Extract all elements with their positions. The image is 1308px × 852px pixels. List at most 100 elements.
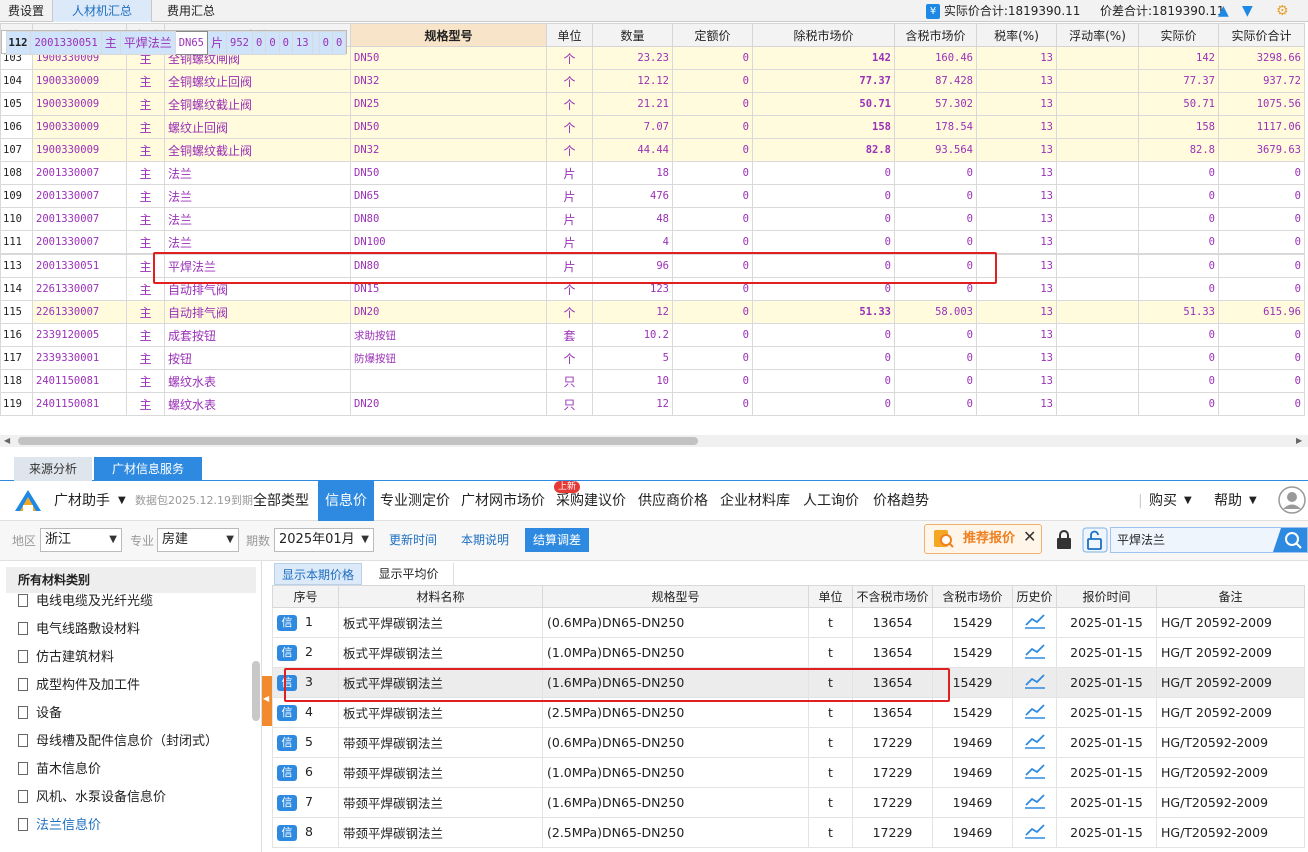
- grid-cell-quota[interactable]: 0: [672, 207, 753, 231]
- grid-cell-ex[interactable]: 0: [752, 161, 895, 185]
- grid-cell-name[interactable]: 法兰: [164, 161, 351, 185]
- grid-row[interactable]: 106 1900330009 主螺纹止回阀 DN50 个 7.07 0 158 178.54 13…: [0, 115, 1305, 139]
- grid-cell-inc[interactable]: 93.564: [894, 138, 977, 162]
- tab-labor-material-summary[interactable]: 人材机汇总: [52, 0, 152, 22]
- tab-material-info-service[interactable]: 广材信息服务: [94, 457, 202, 481]
- grid-cell-float[interactable]: [1056, 115, 1139, 139]
- grid-cell-inc[interactable]: 0: [894, 392, 977, 416]
- trend-chart-icon[interactable]: [1024, 703, 1046, 719]
- grid-cell-ex[interactable]: 77.37: [752, 69, 895, 93]
- settlement-adjust-button[interactable]: 结算调差: [525, 528, 589, 552]
- grid-cell-tax[interactable]: 13: [976, 207, 1057, 231]
- grid-cell-total[interactable]: 0: [1218, 369, 1305, 393]
- price-row[interactable]: 信 5 带颈平焊碳钢法兰 (0.6MPa)DN65-DN250 t 17229 19469 2…: [272, 727, 1305, 758]
- grid-cell-code[interactable]: 2261330007: [32, 300, 127, 324]
- grid-cell-tax[interactable]: 13: [976, 69, 1057, 93]
- tool-manual-inquiry[interactable]: 人工询价: [803, 481, 859, 521]
- grid-cell-tax[interactable]: 13: [976, 230, 1057, 254]
- sidebar-item[interactable]: 电线电缆及光纤光缆: [18, 593, 153, 611]
- grid-cell-spec[interactable]: 求助按钮: [350, 323, 547, 347]
- grid-cell-quota[interactable]: 0: [672, 323, 753, 347]
- grid-cell-code[interactable]: 2339120005: [32, 323, 127, 347]
- price-row[interactable]: 信 2 板式平焊碳钢法兰 (1.0MPa)DN65-DN250 t 13654 15429 2…: [272, 637, 1305, 668]
- grid-cell-total[interactable]: 0: [1218, 161, 1305, 185]
- grid-cell-float[interactable]: [1056, 300, 1139, 324]
- grid-cell-unit[interactable]: 个: [546, 115, 593, 139]
- grid-cell-spec[interactable]: DN50: [350, 46, 547, 70]
- price-header-7[interactable]: 报价时间: [1056, 585, 1157, 608]
- grid-cell-actual[interactable]: 0: [1138, 184, 1219, 208]
- grid-cell-quota[interactable]: 0: [672, 230, 753, 254]
- scroll-left-icon[interactable]: ◀: [4, 435, 10, 447]
- price-header-3[interactable]: 单位: [808, 585, 853, 608]
- info-badge-icon[interactable]: 信: [277, 825, 297, 841]
- grid-header-13[interactable]: 实际价合计: [1218, 23, 1305, 47]
- grid-cell-name[interactable]: 螺纹水表: [164, 392, 351, 416]
- grid-cell-quota[interactable]: 0: [672, 46, 753, 70]
- grid-cell-float[interactable]: [1056, 46, 1139, 70]
- grid-cell-unit[interactable]: 套: [546, 323, 593, 347]
- sidebar-scrollbar[interactable]: [252, 661, 260, 721]
- trend-chart-icon[interactable]: [1024, 613, 1046, 629]
- grid-cell-float[interactable]: [311, 31, 320, 55]
- grid-cell-unit[interactable]: 片: [207, 31, 228, 55]
- grid-cell-actual[interactable]: 0: [1138, 277, 1219, 301]
- grid-cell-actual[interactable]: 142: [1138, 46, 1219, 70]
- grid-cell-inc[interactable]: 0: [894, 161, 977, 185]
- grid-cell-n[interactable]: 105: [0, 92, 33, 116]
- grid-header-10[interactable]: 税率(%): [976, 23, 1057, 47]
- grid-cell-cat[interactable]: 主: [126, 346, 165, 370]
- grid-cell-qty[interactable]: 10: [592, 369, 673, 393]
- history-price-cell[interactable]: [1012, 727, 1057, 758]
- grid-cell-spec[interactable]: DN65: [350, 184, 547, 208]
- grid-cell-qty[interactable]: 12: [592, 392, 673, 416]
- grid-cell-ex[interactable]: 0: [752, 230, 895, 254]
- grid-cell-float[interactable]: [1056, 369, 1139, 393]
- grid-cell-n[interactable]: 108: [0, 161, 33, 185]
- chevron-down-icon[interactable]: ▼: [118, 481, 126, 521]
- price-header-8[interactable]: 备注: [1156, 585, 1305, 608]
- grid-cell-float[interactable]: [1056, 254, 1139, 278]
- grid-cell-float[interactable]: [1056, 277, 1139, 301]
- price-header-1[interactable]: 材料名称: [338, 585, 543, 608]
- grid-cell-ex[interactable]: 142: [752, 46, 895, 70]
- grid-cell-unit[interactable]: 个: [546, 69, 593, 93]
- grid-cell-ex[interactable]: 0: [752, 207, 895, 231]
- grid-row[interactable]: 112 2001330051 主平焊法兰 DN65 片 952 0 0 0 13 0 0: [0, 30, 348, 55]
- tab-cost-summary[interactable]: 费用汇总: [152, 0, 230, 22]
- grid-cell-n[interactable]: 110: [0, 207, 33, 231]
- grid-cell-spec[interactable]: DN80: [350, 207, 547, 231]
- app-name[interactable]: 广材助手: [54, 481, 110, 521]
- grid-cell-tax[interactable]: 13: [976, 138, 1057, 162]
- grid-cell-ex[interactable]: 82.8: [752, 138, 895, 162]
- grid-cell-float[interactable]: [1056, 346, 1139, 370]
- grid-row[interactable]: 119 2401150081 主螺纹水表 DN20 只 12 0 0 0 13 0 0: [0, 392, 1305, 416]
- grid-row[interactable]: 105 1900330009 主全铜螺纹截止阀 DN25 个 21.21 0 50.71 57.…: [0, 92, 1305, 116]
- grid-cell-n[interactable]: 113: [0, 254, 33, 278]
- grid-cell-name[interactable]: 按钮: [164, 346, 351, 370]
- tool-enterprise-library[interactable]: 企业材料库: [720, 481, 790, 521]
- grid-cell-ex[interactable]: 0: [752, 392, 895, 416]
- grid-cell-cat[interactable]: 主: [126, 115, 165, 139]
- grid-row[interactable]: 117 2339330001 主按钮 防爆按钮个 5 0 0 0 13 0 0: [0, 346, 1305, 370]
- grid-cell-code[interactable]: 1900330009: [32, 115, 127, 139]
- grid-cell-n[interactable]: 111: [0, 230, 33, 254]
- grid-cell-spec[interactable]: DN20: [350, 300, 547, 324]
- grid-cell-actual[interactable]: 0: [1138, 207, 1219, 231]
- info-badge-icon[interactable]: 信: [277, 735, 297, 751]
- grid-cell-inc[interactable]: 0: [894, 323, 977, 347]
- major-select[interactable]: 房建 ▼: [157, 528, 239, 552]
- grid-cell-float[interactable]: [1056, 230, 1139, 254]
- tool-info-price[interactable]: 信息价: [318, 481, 374, 521]
- grid-cell-qty[interactable]: 10.2: [592, 323, 673, 347]
- grid-cell-tax[interactable]: 13: [976, 184, 1057, 208]
- info-badge-icon[interactable]: 信: [277, 615, 297, 631]
- grid-cell-total[interactable]: 1117.06: [1218, 115, 1305, 139]
- grid-cell-tax[interactable]: 13: [291, 31, 313, 55]
- grid-cell-unit[interactable]: 片: [546, 184, 593, 208]
- grid-cell-code[interactable]: 2339330001: [32, 346, 127, 370]
- grid-cell-name[interactable]: 全铜螺纹截止阀: [164, 138, 351, 162]
- grid-row[interactable]: 109 2001330007 主法兰 DN65 片 476 0 0 0 13 0 0: [0, 184, 1305, 208]
- grid-cell-spec[interactable]: DN25: [350, 92, 547, 116]
- grid-cell-inc[interactable]: 0: [894, 230, 977, 254]
